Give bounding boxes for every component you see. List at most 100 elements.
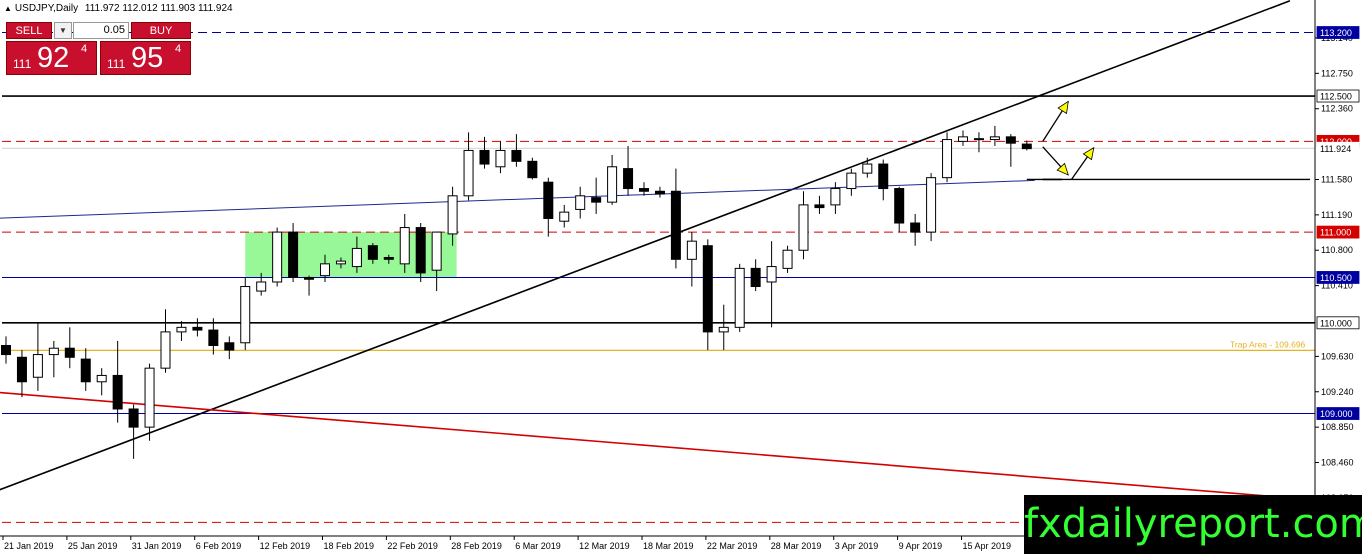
- sell-price-box[interactable]: 111 92 4: [6, 41, 97, 75]
- lot-size-input[interactable]: 0.05: [73, 22, 129, 39]
- candle-body-56: [894, 188, 905, 224]
- candle-body-13: [208, 329, 219, 346]
- x-tick-label-13: 3 Apr 2019: [835, 541, 879, 551]
- collapse-triangle-icon[interactable]: ▲: [4, 4, 12, 13]
- x-tick-label-10: 18 Mar 2019: [643, 541, 694, 551]
- x-tick-label-12: 28 Mar 2019: [771, 541, 822, 551]
- candle-body-16: [256, 281, 267, 292]
- chart-header: ▲ USDJPY,Daily 111.972 112.012 111.903 11…: [4, 3, 233, 14]
- candle-body-38: [607, 166, 618, 203]
- candle-body-49: [782, 249, 793, 269]
- one-click-trade-panel: SELL ▼ 0.05 BUY 111 92 4 111 95 4: [6, 20, 192, 76]
- candle-body-6: [96, 374, 107, 383]
- candle-body-44: [702, 245, 713, 333]
- level-tag-label-6: 110.000: [1320, 318, 1352, 328]
- trap-area-label: Trap Area - 109.696: [1230, 339, 1306, 349]
- candle-body-23: [367, 245, 378, 260]
- candle-body-47: [750, 267, 761, 288]
- candle-body-33: [527, 160, 538, 179]
- candle-body-1: [16, 356, 27, 383]
- candle-body-37: [591, 197, 602, 203]
- candle-body-5: [80, 358, 91, 383]
- x-tick-label-0: 21 Jan 2019: [4, 541, 54, 551]
- symbol-label: USDJPY,Daily: [14, 3, 79, 14]
- candle-body-55: [878, 163, 889, 190]
- candle-body-26: [415, 227, 426, 274]
- candle-body-25: [399, 227, 410, 265]
- candle-body-11: [176, 326, 187, 333]
- x-tick-label-9: 12 Mar 2019: [579, 541, 630, 551]
- buy-price-box[interactable]: 111 95 4: [100, 41, 191, 75]
- candle-body-12: [192, 326, 203, 331]
- candle-body-60: [958, 136, 968, 142]
- buy-button[interactable]: BUY: [131, 22, 191, 39]
- candle-body-9: [144, 367, 155, 428]
- candle-body-45: [718, 326, 729, 333]
- y-tick-label-7: 109.630: [1321, 351, 1354, 361]
- buy-price-fraction: 4: [175, 43, 182, 55]
- sell-price-pips: 92: [37, 42, 70, 74]
- candle-body-46: [734, 267, 745, 328]
- x-tick-label-8: 6 Mar 2019: [515, 541, 561, 551]
- candle-body-51: [814, 204, 825, 209]
- sell-button[interactable]: SELL: [6, 22, 52, 39]
- level-tag-label-7: 109.000: [1320, 409, 1353, 419]
- candle-body-15: [240, 286, 251, 344]
- candle-body-17: [272, 231, 283, 283]
- level-tag-label-1: 112.500: [1320, 92, 1352, 102]
- x-tick-label-6: 22 Feb 2019: [387, 541, 438, 551]
- y-tick-label-5: 110.800: [1321, 245, 1353, 255]
- candle-body-35: [559, 211, 570, 222]
- x-tick-label-15: 15 Apr 2019: [963, 541, 1012, 551]
- candle-body-22: [351, 247, 362, 268]
- ohlc-readout: 111.972 112.012 111.903 111.924: [84, 3, 233, 14]
- y-tick-label-9: 108.850: [1321, 422, 1354, 432]
- candle-body-52: [830, 188, 841, 206]
- sell-price-handle: 111: [13, 57, 32, 71]
- candle-body-41: [654, 190, 665, 195]
- candle-body-34: [543, 181, 554, 219]
- candle-body-59: [942, 139, 953, 179]
- y-tick-label-3: 111.580: [1321, 174, 1352, 184]
- candle-body-19: [304, 276, 315, 280]
- chart-window: Trap Area - 109.696113.140112.750112.360…: [0, 0, 1362, 554]
- candle-body-7: [112, 374, 123, 410]
- x-tick-label-3: 6 Feb 2019: [196, 541, 242, 551]
- level-tag-label-5: 110.500: [1320, 273, 1352, 283]
- watermark-logo: fxdailyreport.com: [1024, 495, 1362, 554]
- candle-body-21: [335, 260, 346, 265]
- candle-body-36: [575, 195, 586, 210]
- candle-body-58: [926, 177, 937, 233]
- candle-body-4: [64, 347, 75, 358]
- x-tick-label-11: 22 Mar 2019: [707, 541, 758, 551]
- candle-body-57: [910, 222, 921, 233]
- candle-body-10: [160, 331, 171, 369]
- y-tick-label-4: 111.190: [1321, 210, 1352, 220]
- price-chart: Trap Area - 109.696113.140112.750112.360…: [0, 0, 1360, 551]
- y-tick-label-10: 108.460: [1321, 458, 1354, 468]
- candle-body-8: [128, 408, 139, 428]
- candle-body-43: [686, 240, 697, 260]
- candle-body-31: [495, 149, 506, 168]
- level-tag-label-3: 111.924: [1320, 144, 1351, 154]
- candle-body-61: [973, 138, 984, 141]
- x-tick-label-1: 25 Jan 2019: [68, 541, 118, 551]
- candle-body-48: [766, 266, 777, 283]
- y-tick-label-8: 109.240: [1321, 387, 1354, 397]
- candle-body-2: [32, 354, 43, 378]
- x-tick-label-7: 28 Feb 2019: [451, 541, 502, 551]
- candle-body-30: [479, 149, 490, 165]
- candle-body-42: [670, 190, 681, 260]
- level-tag-label-0: 113.200: [1320, 28, 1352, 38]
- candle-body-53: [846, 172, 857, 190]
- candle-body-40: [639, 188, 649, 192]
- x-tick-label-5: 18 Feb 2019: [324, 541, 375, 551]
- candle-body-29: [463, 149, 474, 197]
- lot-dropdown-icon[interactable]: ▼: [54, 22, 72, 39]
- x-tick-label-4: 12 Feb 2019: [260, 541, 311, 551]
- x-tick-label-14: 9 Apr 2019: [899, 541, 943, 551]
- candle-body-20: [320, 263, 330, 277]
- candle-body-0: [1, 344, 11, 356]
- candle-body-54: [862, 163, 873, 174]
- candle-body-39: [623, 168, 634, 190]
